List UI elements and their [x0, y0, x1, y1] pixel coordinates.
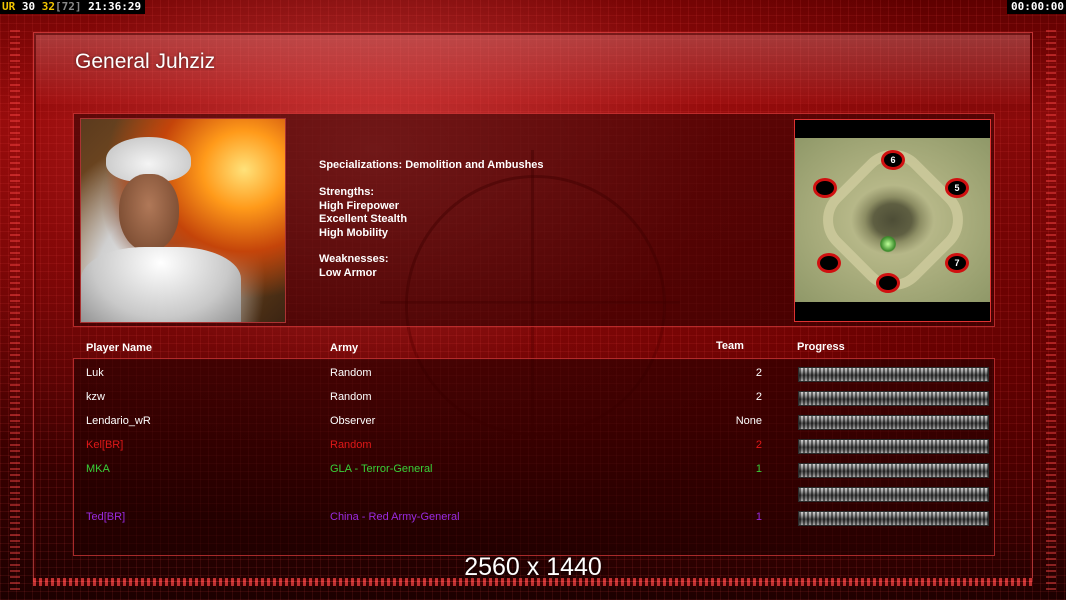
player-team: 1	[755, 511, 762, 523]
player-row[interactable]	[0, 481, 1066, 505]
player-row[interactable]: Lendario_wR Observer None	[0, 409, 1066, 433]
weaknesses-block: Weaknesses: Low Armor	[319, 253, 389, 280]
spawn-marker-5[interactable]: 5	[945, 178, 969, 198]
player-team: 2	[755, 439, 762, 451]
player-name: Luk	[86, 367, 104, 379]
spawn-marker-6[interactable]: 6	[881, 150, 905, 170]
strength-item: High Firepower	[319, 199, 400, 212]
strength-item: High Mobility	[319, 226, 389, 239]
general-portrait	[80, 118, 286, 323]
hud-prefix: UR	[2, 0, 16, 13]
player-army: Random	[330, 367, 372, 379]
player-progress-bar	[798, 391, 989, 406]
spawn-marker[interactable]	[817, 253, 841, 273]
player-name: Lendario_wR	[86, 415, 151, 427]
strengths-label: Strengths:	[319, 186, 374, 198]
player-progress-bar	[798, 367, 989, 382]
col-header-team: Team	[716, 340, 744, 352]
hud-clock: 21:36:29	[88, 0, 142, 13]
player-name: kzw	[86, 391, 105, 403]
fps-overlay: UR 30 32[72] 21:36:29	[0, 0, 146, 14]
player-row[interactable]: kzw Random 2	[0, 385, 1066, 409]
map-center-marker	[880, 235, 896, 253]
map-preview: 6 5 7	[794, 119, 991, 322]
player-army: Random	[330, 439, 372, 451]
player-row[interactable]: MKA GLA - Terror-General 1	[0, 457, 1066, 481]
hud-fps: 30	[21, 0, 36, 13]
strength-item: Excellent Stealth	[319, 213, 408, 225]
game-timer: 00:00:00	[1007, 0, 1066, 14]
player-army: Random	[330, 391, 372, 403]
player-name: MKA	[86, 463, 110, 475]
col-header-army: Army	[330, 342, 359, 354]
player-team: 2	[755, 391, 762, 403]
col-header-progress: Progress	[797, 341, 845, 353]
player-progress-bar	[798, 463, 989, 478]
player-army: GLA - Terror-General	[330, 463, 433, 475]
spawn-marker[interactable]	[813, 178, 837, 198]
col-header-player-name: Player Name	[86, 342, 153, 354]
player-row[interactable]: Luk Random 2	[0, 361, 1066, 385]
hud-fps-cap: [72]	[55, 0, 82, 13]
player-progress-bar	[798, 415, 989, 430]
spawn-marker[interactable]	[876, 273, 900, 293]
general-title: General Juhziz	[75, 50, 216, 73]
player-team: None	[735, 415, 762, 427]
player-army: Observer	[330, 415, 376, 427]
specializations-text: Specializations: Demolition and Ambushes	[319, 159, 544, 171]
player-progress-bar	[798, 487, 989, 502]
map-terrain: 6 5 7	[795, 135, 990, 305]
hud-fps-alt: 32	[41, 0, 55, 13]
player-progress-bar	[798, 439, 989, 454]
player-army: China - Red Army-General	[330, 511, 460, 523]
portrait-face	[119, 174, 179, 252]
weaknesses-label: Weaknesses:	[319, 253, 389, 265]
player-team: 2	[755, 367, 762, 379]
strengths-block: Strengths: High Firepower Excellent Stea…	[319, 186, 407, 240]
resolution-overlay: 2560 x 1440	[464, 553, 602, 581]
player-progress-bar	[798, 511, 989, 526]
portrait-cloak	[81, 247, 241, 322]
player-name: Ted[BR]	[86, 511, 126, 523]
spawn-marker-7[interactable]: 7	[945, 253, 969, 273]
player-name: Kel[BR]	[86, 439, 124, 451]
player-row[interactable]: Kel[BR] Random 2	[0, 433, 1066, 457]
weakness-item: Low Armor	[319, 266, 377, 279]
player-row[interactable]: Ted[BR] China - Red Army-General 1	[0, 505, 1066, 529]
player-team: 1	[755, 463, 762, 475]
